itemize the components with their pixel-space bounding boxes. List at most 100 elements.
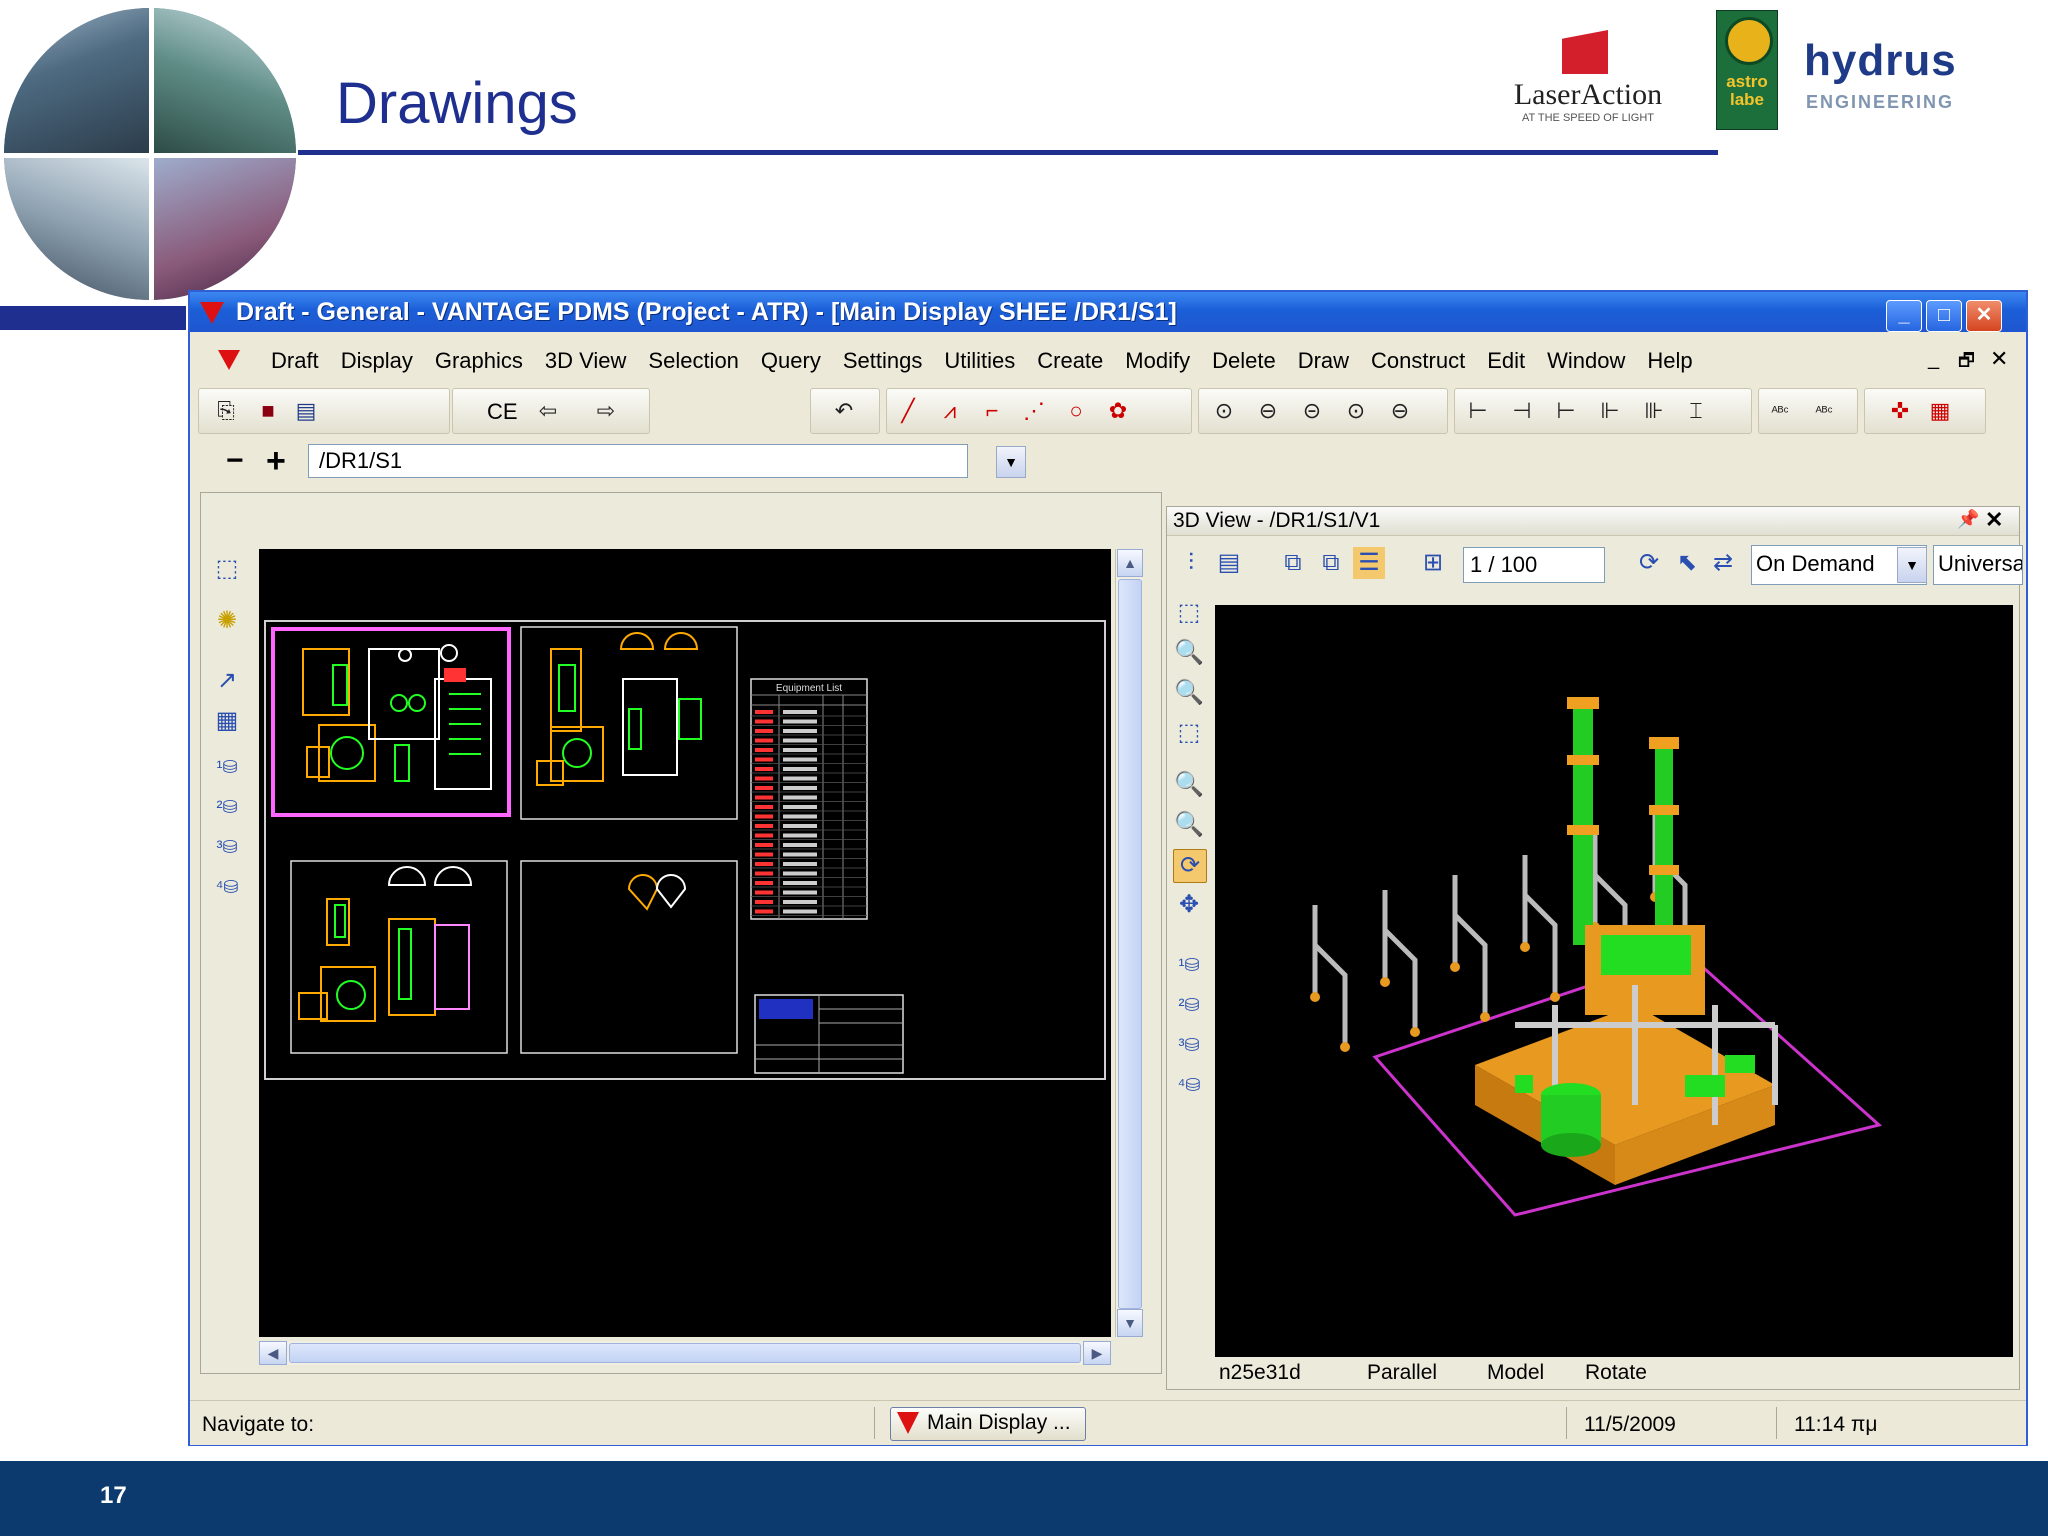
zoom-extents-icon[interactable]: ⬚	[211, 553, 243, 585]
layer-3-icon[interactable]: ³⛁	[1173, 1029, 1205, 1061]
main-display-taskbar-button[interactable]: Main Display ...	[890, 1407, 1086, 1441]
polyline-icon[interactable]: ⩘	[937, 398, 963, 424]
text-edit-icon[interactable]: ᴬᴮᶜ	[1811, 398, 1837, 424]
back-arrow-icon[interactable]: ⇦	[535, 398, 561, 424]
list-view-icon[interactable]: ▤	[293, 398, 319, 424]
title-bar[interactable]: Draft - General - VANTAGE PDMS (Project …	[190, 292, 2026, 332]
menu-modify[interactable]: Modify	[1114, 348, 1201, 374]
scale-field[interactable]: 1 / 100	[1463, 547, 1605, 583]
menu-construct[interactable]: Construct	[1360, 348, 1476, 374]
menu-3d-view[interactable]: 3D View	[534, 348, 638, 374]
layer-4-icon[interactable]: ⁴⛁	[1173, 1069, 1205, 1101]
menu-edit[interactable]: Edit	[1476, 348, 1536, 374]
zoom-out-icon[interactable]: 🔍	[1173, 769, 1205, 801]
pan-icon[interactable]: ✥	[1173, 889, 1205, 921]
circle-symbol-3-icon[interactable]: ⊙	[1343, 398, 1369, 424]
text-label-icon[interactable]: ᴬᴮᶜ	[1767, 398, 1793, 424]
highlight-icon[interactable]: ✺	[211, 605, 243, 637]
mdi-close-button[interactable]: ✕	[1990, 346, 2008, 372]
orthogonal-line-icon[interactable]: ⌐	[979, 398, 1005, 424]
mdi-restore-button[interactable]: 🗗	[1958, 348, 1975, 378]
current-path-field[interactable]: /DR1/S1	[308, 444, 968, 478]
dashed-line-icon[interactable]: ⋰	[1021, 398, 1047, 424]
remove-view-icon[interactable]: ⧉	[1315, 547, 1347, 579]
scale-icon[interactable]: ⊞	[1417, 547, 1449, 579]
2d-view-icon[interactable]: ▤	[1213, 547, 1245, 579]
menu-settings[interactable]: Settings	[832, 348, 934, 374]
pointer-arrow-icon[interactable]: ↗	[211, 665, 243, 697]
save-icon[interactable]: ■	[255, 398, 281, 424]
layer-2-icon[interactable]: ²⛁	[1173, 989, 1205, 1021]
3d-model-canvas[interactable]	[1215, 605, 2013, 1357]
menu-draw[interactable]: Draw	[1287, 348, 1360, 374]
grid-icon[interactable]: ▦	[1927, 398, 1953, 424]
dimension-linear-icon[interactable]: ⊢	[1465, 398, 1491, 424]
circle-symbol-2-icon[interactable]: ⊖	[1255, 398, 1281, 424]
collapse-button[interactable]: −	[226, 444, 244, 478]
vertical-scrollbar[interactable]: ▲ ▼	[1115, 549, 1143, 1337]
select-pointer-icon[interactable]: ⬉	[1671, 547, 1703, 579]
pdms-menu-icon[interactable]	[218, 350, 240, 370]
path-dropdown-button[interactable]: ▼	[996, 446, 1026, 478]
menu-help[interactable]: Help	[1636, 348, 1703, 374]
dimension-aligned-icon[interactable]: ⊣	[1509, 398, 1535, 424]
zoom-window-icon[interactable]: 🔍	[1173, 637, 1205, 669]
undo-icon[interactable]: ↶	[831, 398, 857, 424]
line-icon[interactable]: ╱	[895, 398, 921, 424]
layer-3-icon[interactable]: ³⛁	[211, 831, 243, 863]
circle-icon[interactable]: ○	[1063, 398, 1089, 424]
horizontal-scrollbar[interactable]: ◀ ▶	[259, 1341, 1111, 1365]
cloud-icon[interactable]: ✿	[1105, 398, 1131, 424]
update-view-icon[interactable]: ⟳	[1633, 547, 1665, 579]
layer-1-icon[interactable]: ¹⛁	[1173, 949, 1205, 981]
view-list-icon[interactable]: ☰	[1353, 547, 1385, 579]
pin-icon[interactable]: 📌	[1957, 509, 1979, 530]
layer-2-icon[interactable]: ²⛁	[211, 791, 243, 823]
rotate-icon[interactable]: ⟳	[1173, 849, 1207, 883]
current-element-button[interactable]: CE	[487, 399, 518, 425]
menu-create[interactable]: Create	[1026, 348, 1114, 374]
maximize-button[interactable]: □	[1926, 300, 1962, 332]
menu-draft[interactable]: Draft	[260, 348, 330, 374]
menu-graphics[interactable]: Graphics	[424, 348, 534, 374]
add-view-icon[interactable]: ⧉	[1277, 547, 1309, 579]
expand-button[interactable]: +	[266, 442, 286, 481]
crosshair-icon[interactable]: ✜	[1887, 398, 1913, 424]
dimension-angle-icon[interactable]: ⊪	[1641, 398, 1667, 424]
menu-window[interactable]: Window	[1536, 348, 1636, 374]
axes-icon[interactable]: ⫶	[1175, 547, 1207, 579]
mdi-minimize-button[interactable]: _	[1928, 348, 1939, 371]
dimension-chain-icon[interactable]: ⊢	[1553, 398, 1579, 424]
horizontal-scroll-thumb[interactable]	[289, 1343, 1081, 1363]
zoom-fit-icon[interactable]: ⬚	[1173, 717, 1205, 749]
menu-utilities[interactable]: Utilities	[933, 348, 1026, 374]
scroll-up-button[interactable]: ▲	[1117, 549, 1143, 577]
zoom-extents-icon[interactable]: ⬚	[1173, 597, 1205, 629]
dimension-vertical-icon[interactable]: ⌶	[1683, 398, 1709, 424]
zoom-in-icon[interactable]: 🔍	[1173, 809, 1205, 841]
layer-4-icon[interactable]: ⁴⛁	[211, 871, 243, 903]
view3d-close-button[interactable]: ✕	[1985, 507, 2003, 533]
close-button[interactable]: ✕	[1966, 300, 2002, 332]
dimension-baseline-icon[interactable]: ⊩	[1597, 398, 1623, 424]
zoom-previous-icon[interactable]: 🔍	[1173, 677, 1205, 709]
scroll-down-button[interactable]: ▼	[1117, 1309, 1143, 1337]
menu-delete[interactable]: Delete	[1201, 348, 1287, 374]
scroll-left-button[interactable]: ◀	[259, 1341, 287, 1365]
universal-select[interactable]: Universa	[1933, 545, 2023, 585]
update-mode-dropdown-button[interactable]: ▼	[1897, 547, 1927, 583]
ellipse-symbol-icon[interactable]: ⊝	[1299, 398, 1325, 424]
drawing-sheet-canvas[interactable]: Equipment List	[259, 549, 1111, 1337]
circle-symbol-1-icon[interactable]: ⊙	[1211, 398, 1237, 424]
refresh-icon[interactable]: ⇄	[1707, 547, 1739, 579]
menu-selection[interactable]: Selection	[637, 348, 750, 374]
vertical-scroll-thumb[interactable]	[1118, 579, 1142, 1309]
circle-symbol-4-icon[interactable]: ⊖	[1387, 398, 1413, 424]
grid-table-icon[interactable]: ▦	[211, 705, 243, 737]
layer-1-icon[interactable]: ¹⛁	[211, 751, 243, 783]
forward-arrow-icon[interactable]: ⇨	[593, 398, 619, 424]
scroll-right-button[interactable]: ▶	[1083, 1341, 1111, 1365]
menu-query[interactable]: Query	[750, 348, 832, 374]
menu-display[interactable]: Display	[330, 348, 424, 374]
minimize-button[interactable]: _	[1886, 300, 1922, 332]
